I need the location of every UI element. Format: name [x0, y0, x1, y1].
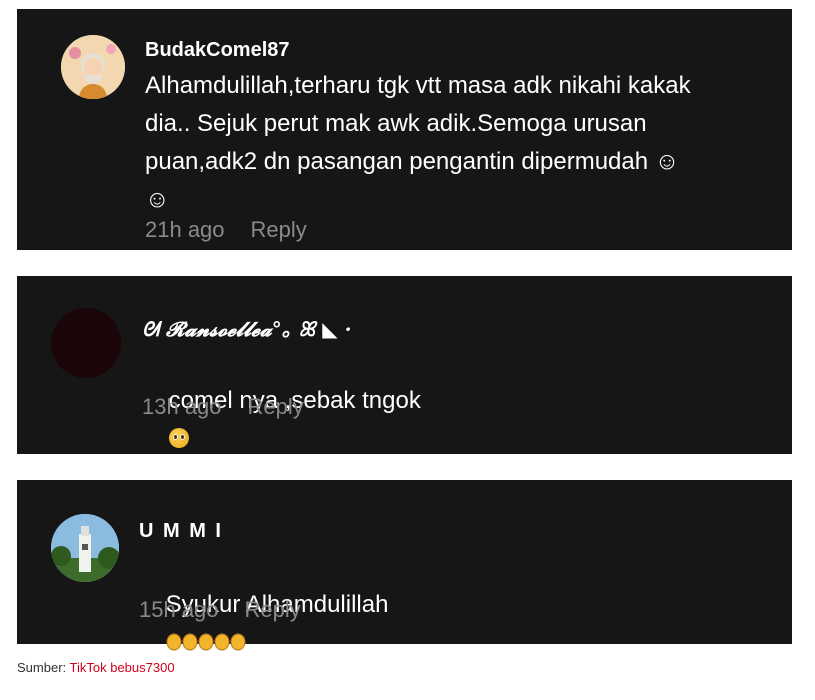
comment-username[interactable]: U M M I — [139, 520, 223, 543]
source-caption: Sumber: TikTok bebus7300 — [17, 660, 175, 675]
pleading-face-emoji-icon — [168, 428, 189, 448]
comment-meta: 21h ago Reply — [145, 217, 307, 243]
reply-button[interactable]: Reply — [248, 394, 304, 420]
comment-timestamp: 21h ago — [145, 217, 225, 242]
source-link[interactable]: TikTok bebus7300 — [70, 660, 175, 675]
comment-text: Syukur Alhamdulillah — [139, 548, 769, 700]
comment-meta: 13h ago Reply — [142, 394, 304, 420]
user-avatar[interactable] — [51, 308, 121, 378]
comment-text: comel nya ,sebak tngok — [142, 344, 772, 496]
comment-meta: 15h ago Reply — [139, 597, 301, 623]
comment-username[interactable]: BudakComel87 — [145, 39, 290, 62]
praying-hands-emoji-icon — [166, 633, 246, 651]
comment-timestamp: 13h ago — [142, 394, 222, 419]
source-label: Sumber: — [17, 660, 67, 675]
reply-button[interactable]: Reply — [245, 597, 301, 623]
comment-card-1: BudakComel87 Alhamdulillah,terharu tgk v… — [17, 9, 792, 250]
user-avatar[interactable] — [61, 35, 125, 99]
comment-card-3: U M M I Syukur Alhamdulillah 15h ago Repl… — [17, 480, 792, 651]
reply-button[interactable]: Reply — [251, 217, 307, 243]
comment-text: Alhamdulillah,terharu tgk vtt masa adk n… — [145, 72, 691, 213]
comment-username[interactable]: ᘛ 𝓡𝓪𝓷𝓼𝓸𝓮𝓵𝓵𝓮𝓪°｡ ꕤ ◣ · — [142, 313, 352, 342]
user-avatar[interactable] — [51, 514, 119, 582]
comment-card-2: ᘛ 𝓡𝓪𝓷𝓼𝓸𝓮𝓵𝓵𝓮𝓪°｡ ꕤ ◣ · comel nya ,sebak tn… — [17, 276, 792, 454]
avatar-photo-icon — [51, 514, 119, 582]
comment-timestamp: 15h ago — [139, 597, 219, 622]
avatar-illustration-icon — [61, 35, 125, 99]
